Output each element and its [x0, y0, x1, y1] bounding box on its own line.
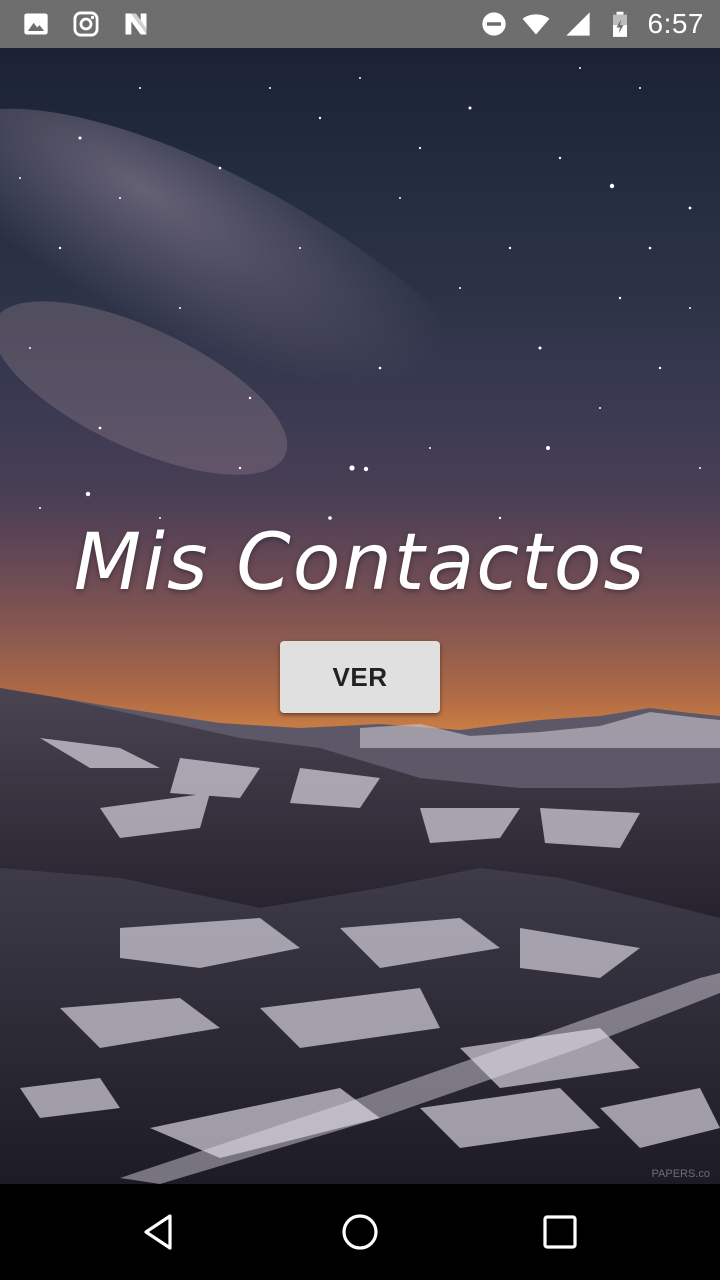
- cell-signal-icon: [565, 12, 590, 36]
- home-button[interactable]: [336, 1208, 384, 1256]
- wallpaper-watermark: PAPERS.co: [651, 1168, 711, 1180]
- battery-icon: [612, 11, 627, 37]
- image-icon: [24, 13, 48, 35]
- instagram-icon: [73, 11, 99, 37]
- back-icon: [144, 1214, 172, 1250]
- back-button[interactable]: [136, 1208, 184, 1256]
- clock: 6:57: [647, 8, 704, 39]
- do-not-disturb-icon: [481, 12, 506, 36]
- ver-button[interactable]: VER: [280, 641, 440, 713]
- wallpaper-background: Mis Contactos VER PAPERS.co: [0, 48, 720, 1184]
- home-icon: [342, 1214, 378, 1250]
- navigation-bar: [0, 1184, 720, 1280]
- status-bar-system: 6:57: [480, 8, 705, 39]
- status-bar: 6:57: [0, 0, 720, 48]
- status-bar-notifications: [22, 9, 150, 39]
- wifi-icon: [522, 14, 549, 35]
- app-title: Mis Contactos: [73, 518, 647, 608]
- n-app-icon: [125, 13, 147, 35]
- night-sky-landscape: [0, 67, 720, 1184]
- recents-icon: [543, 1215, 577, 1249]
- recents-button[interactable]: [536, 1208, 584, 1256]
